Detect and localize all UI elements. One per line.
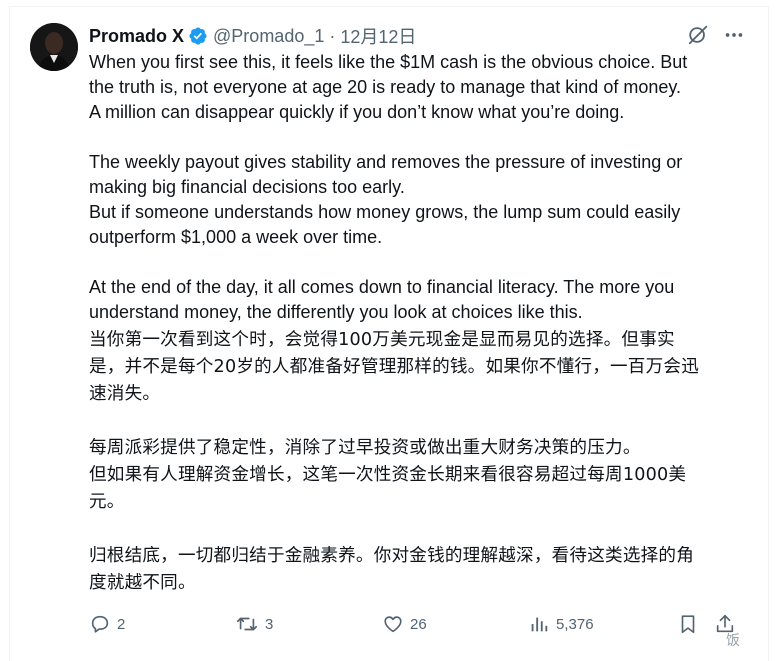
reply-button[interactable]: 2	[89, 610, 125, 638]
avatar[interactable]	[30, 23, 78, 71]
text-line: 当你第一次看到这个时，会觉得100万美元现金是显而易见的选择。但事实	[89, 330, 675, 350]
bookmark-icon	[681, 615, 695, 634]
text-line: 速消失。	[89, 384, 161, 404]
text-line: the truth is, not everyone at age 20 is …	[89, 77, 682, 97]
watermark-text: 饭	[726, 633, 740, 649]
verified-badge-icon	[189, 27, 207, 45]
text-line: understand money, the differently you lo…	[89, 302, 583, 322]
text-line: At the end of the day, it all comes down…	[89, 277, 675, 297]
grok-icon[interactable]	[687, 24, 709, 46]
bookmark-button[interactable]	[677, 610, 705, 638]
header-separator: ·	[329, 25, 336, 46]
tweet-top-actions	[687, 24, 745, 46]
views-icon	[531, 617, 548, 632]
text-line: 每周派彩提供了稳定性，消除了过早投资或做出重大财务决策的压力。	[89, 438, 641, 458]
repost-icon	[237, 617, 257, 631]
text-line: A million can disappear quickly if you d…	[89, 102, 625, 122]
user-handle[interactable]: @Promado_1	[213, 26, 324, 47]
tweet-text: When you first see this, it feels like t…	[89, 50, 749, 597]
text-line: 元。	[89, 492, 125, 512]
like-count: 26	[410, 615, 427, 633]
tweet-date[interactable]: 12月12日	[340, 23, 416, 49]
reply-icon	[91, 615, 109, 633]
more-icon[interactable]	[723, 24, 745, 46]
text-line: 归根结底，一切都归结于金融素养。你对金钱的理解越深，看待这类选择的角	[89, 546, 694, 566]
text-line: The weekly payout gives stability and re…	[89, 152, 683, 172]
views-button[interactable]: 5,376	[528, 610, 594, 638]
watermark: 饭	[726, 630, 740, 650]
views-count: 5,376	[556, 615, 594, 633]
like-button[interactable]: 26	[382, 610, 427, 638]
text-line: But if someone understands how money gro…	[89, 202, 681, 222]
text-line: outperform $1,000 a week over time.	[89, 227, 383, 247]
text-line: making big financial decisions too early…	[89, 177, 405, 197]
reply-count: 2	[117, 615, 126, 633]
like-icon	[384, 616, 402, 633]
tweet-action-bar: 2 3 26 5,376	[89, 610, 749, 638]
text-line: 度就越不同。	[89, 573, 196, 593]
text-line: When you first see this, it feels like t…	[89, 52, 688, 72]
display-name[interactable]: Promado X	[89, 26, 184, 47]
chinese-text: 当你第一次看到这个时，会觉得100万美元现金是显而易见的选择。但事实 是，并不是…	[89, 327, 749, 597]
tweet-header: Promado X @Promado_1 · 12月12日	[89, 24, 416, 48]
repost-count: 3	[265, 615, 274, 633]
english-text: When you first see this, it feels like t…	[89, 50, 749, 325]
text-line: 是，并不是每个20岁的人都准备好管理那样的钱。如果你不懂行，一百万会迅	[89, 357, 699, 377]
text-line: 但如果有人理解资金增长，这笔一次性资金长期来看很容易超过每周1000美	[89, 465, 687, 485]
repost-button[interactable]: 3	[235, 610, 273, 638]
